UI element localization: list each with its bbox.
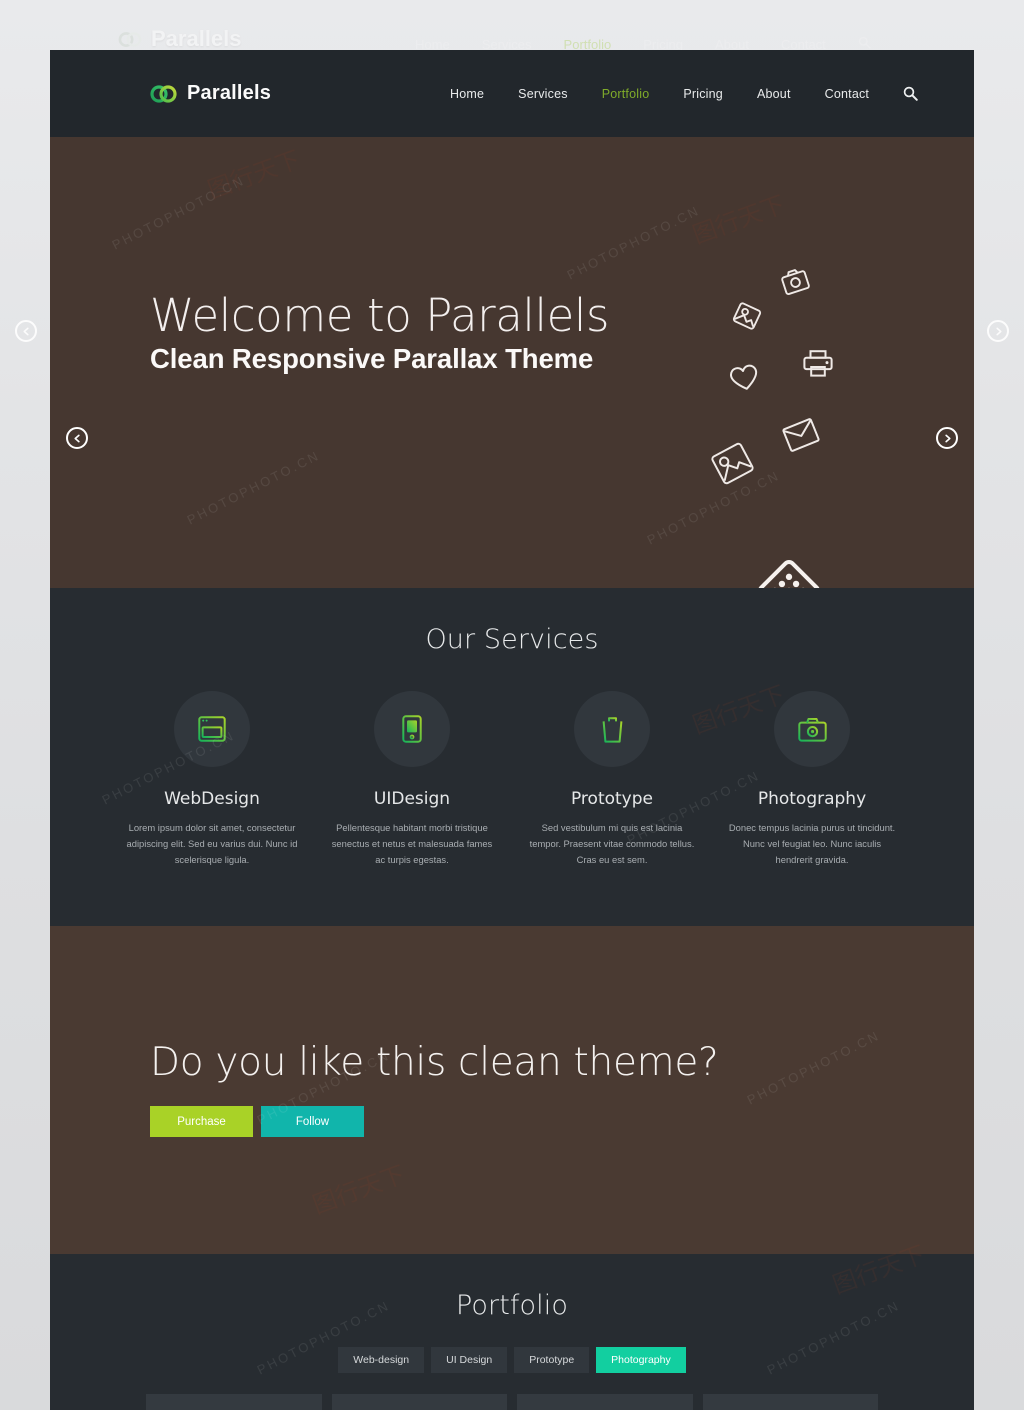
site-navbar: Parallels Home Services Portfolio Pricin… [50, 50, 974, 137]
purchase-button[interactable]: Purchase [150, 1106, 253, 1137]
hero-subtitle: Clean Responsive Parallax Theme [150, 343, 594, 375]
service-name: Prototype [570, 789, 653, 809]
website-preview: Parallels Home Services Portfolio Pricin… [50, 50, 974, 1410]
interlocking-rings-icon [118, 31, 142, 47]
filter-web-design[interactable]: Web-design [338, 1347, 425, 1373]
hero-text-block: Welcome to Parallels Clean Responsive Pa… [150, 292, 609, 375]
portfolio-grid [50, 1394, 974, 1410]
printer-icon [803, 350, 833, 377]
hero-title: Welcome to Parallels [150, 289, 610, 342]
search-icon[interactable] [900, 84, 920, 104]
services-grid: WebDesign Lorem ipsum dolor sit amet, co… [50, 691, 974, 869]
arrow-left-icon [73, 434, 80, 442]
main-nav: Home Services Portfolio Pricing About Co… [433, 84, 920, 104]
camera-icon [781, 269, 810, 296]
filter-prototype[interactable]: Prototype [514, 1347, 590, 1373]
service-card-prototype[interactable]: Prototype Sed vestibulum mi quis est lac… [521, 691, 703, 869]
background-ghost-header: Parallels Home Services Portfolio Pricin… [0, 0, 1024, 52]
portfolio-item[interactable] [331, 1394, 507, 1410]
grid-diamond-icon [757, 559, 821, 588]
mobile-device-icon [402, 715, 422, 743]
service-description: Sed vestibulum mi quis est lacinia tempo… [529, 822, 695, 866]
service-icon-wrap [174, 691, 250, 767]
cta-section: Do you like this clean theme? Purchase F… [50, 926, 974, 1254]
portfolio-section: Portfolio Web-design UI Design Prototype… [50, 1254, 974, 1410]
photo-icon [732, 302, 762, 330]
background-ghost-next-arrow [987, 320, 1009, 342]
ghost-brand: Parallels [118, 26, 242, 52]
portfolio-filters: Web-design UI Design Prototype Photograp… [50, 1347, 974, 1373]
service-name: UIDesign [373, 789, 451, 809]
brand-logo-group[interactable]: Parallels [150, 82, 271, 106]
filter-photography[interactable]: Photography [596, 1347, 686, 1373]
hero-prev-button[interactable] [66, 427, 88, 449]
portfolio-title: Portfolio [456, 1290, 568, 1321]
services-title: Our Services [425, 624, 599, 655]
services-section: Our Services WebDesign Lorem ipsum dolor… [50, 588, 974, 926]
hero-next-button[interactable] [936, 427, 958, 449]
nav-item-contact[interactable]: Contact [808, 87, 886, 101]
service-description: Lorem ipsum dolor sit amet, consectetur … [126, 822, 298, 866]
service-icon-wrap [374, 691, 450, 767]
filter-ui-design[interactable]: UI Design [431, 1347, 508, 1373]
service-icon-wrap [774, 691, 850, 767]
arrow-right-icon [995, 327, 1002, 335]
service-name: WebDesign [164, 789, 260, 809]
portfolio-item[interactable] [146, 1394, 322, 1410]
camera-icon [797, 717, 827, 742]
portfolio-item[interactable] [702, 1394, 878, 1410]
follow-button[interactable]: Follow [261, 1106, 364, 1137]
service-card-uidesign[interactable]: UIDesign Pellentesque habitant morbi tri… [321, 691, 503, 869]
hero-section: Welcome to Parallels Clean Responsive Pa… [50, 137, 974, 588]
nav-item-services[interactable]: Services [501, 87, 585, 101]
trash-bin-icon [600, 717, 624, 743]
service-description: Donec tempus lacinia purus ut tincidunt.… [728, 822, 896, 866]
image-pin-icon [711, 442, 754, 485]
background-ghost-prev-arrow [15, 320, 37, 342]
nav-item-home[interactable]: Home [433, 87, 501, 101]
interlocking-rings-icon [150, 84, 177, 103]
nav-item-pricing[interactable]: Pricing [666, 87, 740, 101]
browser-window-icon [198, 716, 226, 742]
portfolio-item[interactable] [517, 1394, 693, 1410]
nav-item-about[interactable]: About [740, 87, 808, 101]
ghost-brand-name: Parallels [151, 26, 242, 51]
nav-item-portfolio[interactable]: Portfolio [585, 87, 667, 101]
service-description: Pellentesque habitant morbi tristique se… [331, 822, 493, 866]
service-name: Photography [757, 789, 867, 809]
cta-buttons: Purchase Follow [150, 1106, 364, 1137]
service-card-photography[interactable]: Photography Donec tempus lacinia purus u… [721, 691, 903, 869]
arrow-left-icon [22, 327, 29, 335]
service-icon-wrap [574, 691, 650, 767]
brand-name: Parallels [187, 82, 272, 104]
arrow-right-icon [944, 434, 951, 442]
heart-icon [730, 364, 758, 390]
service-card-webdesign[interactable]: WebDesign Lorem ipsum dolor sit amet, co… [121, 691, 303, 869]
envelope-icon [782, 418, 820, 452]
cta-title: Do you like this clean theme? [150, 1040, 719, 1085]
